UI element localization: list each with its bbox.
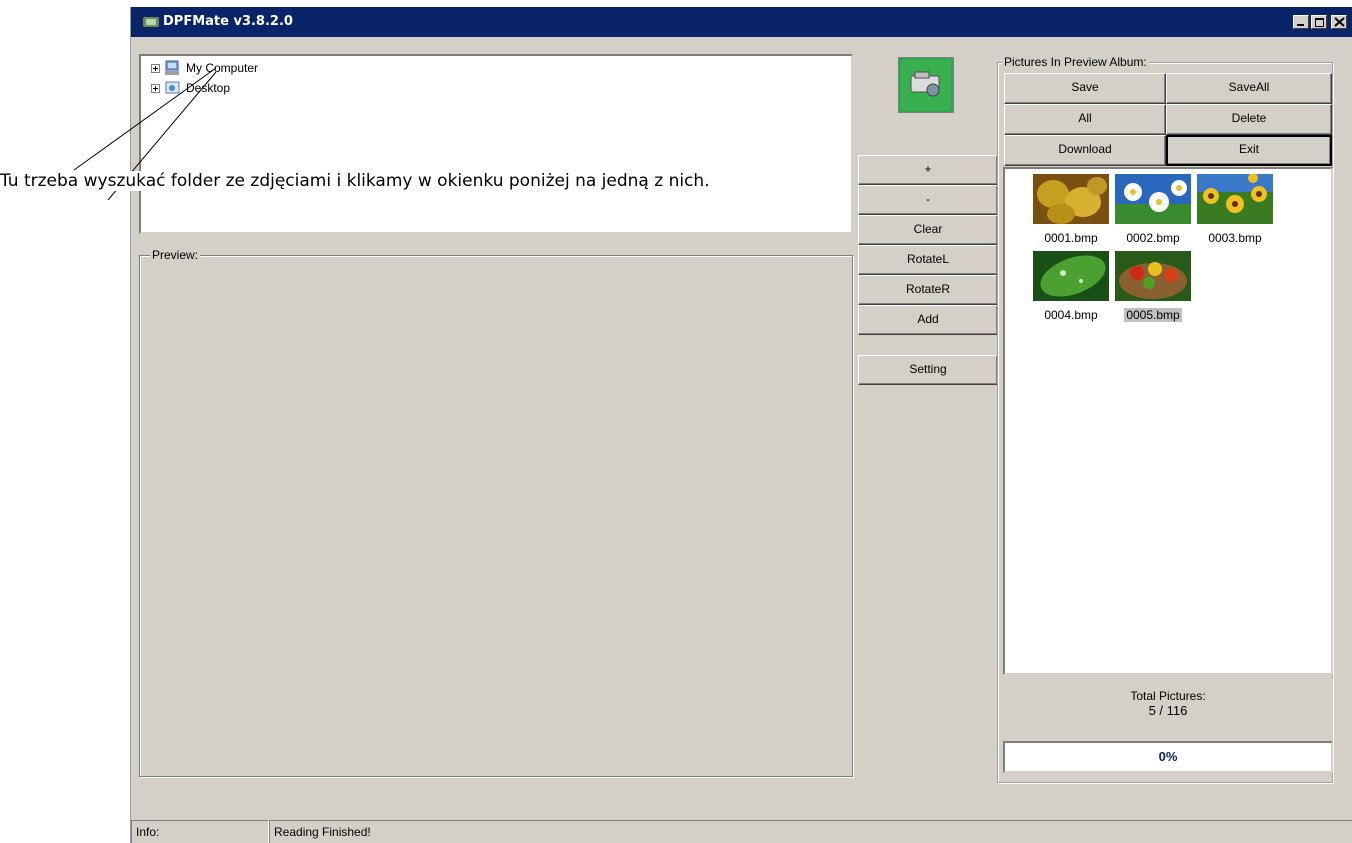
leaf-image: [1033, 251, 1109, 301]
delete-button[interactable]: Delete: [1166, 104, 1332, 135]
rotate-right-button[interactable]: RotateR: [858, 275, 998, 305]
thumbnail-item[interactable]: 0004.bmp: [1033, 251, 1109, 322]
close-icon: [1334, 17, 1345, 27]
progress-bar: 0%: [1003, 741, 1333, 773]
thumbnail-item[interactable]: 0002.bmp: [1115, 174, 1191, 245]
exit-button[interactable]: Exit: [1166, 135, 1332, 166]
zoom-in-button[interactable]: +: [858, 155, 998, 185]
thumbnail-item[interactable]: 0005.bmp: [1115, 251, 1191, 322]
thumbnail-item[interactable]: 0003.bmp: [1197, 173, 1273, 245]
annotation-text: Tu trzeba wyszukać folder ze zdjęciami i…: [0, 171, 710, 191]
pears-image: [1033, 174, 1109, 224]
status-info-label: Info:: [131, 820, 269, 843]
status-message: Reading Finished!: [269, 820, 1352, 843]
preview-panel: Preview:: [139, 248, 853, 777]
zoom-out-button[interactable]: -: [858, 185, 998, 215]
thumbnail-caption: 0005.bmp: [1124, 308, 1182, 322]
save-all-button[interactable]: SaveAll: [1166, 73, 1332, 104]
album-label: Pictures In Preview Album:: [1002, 55, 1149, 69]
save-button[interactable]: Save: [1004, 73, 1166, 104]
title-bar[interactable]: DPFMate v3.8.2.0: [131, 7, 1352, 37]
preview-camera-button[interactable]: [898, 57, 954, 113]
total-pictures-label: Total Pictures:: [1130, 689, 1206, 703]
rotate-left-button[interactable]: RotateL: [858, 245, 998, 275]
vegetables-image: [1115, 251, 1191, 301]
minimize-button[interactable]: [1293, 15, 1309, 29]
album-thumbnail-list[interactable]: 0001.bmp 0002.bmp 0003.bmp 0004.bmp 0005…: [1003, 167, 1333, 675]
clear-button[interactable]: Clear: [858, 215, 998, 245]
thumbnail-caption: 0002.bmp: [1126, 231, 1180, 245]
maximize-button[interactable]: [1311, 15, 1327, 29]
thumbnail-caption: 0003.bmp: [1208, 231, 1262, 245]
sunflowers-image: [1197, 173, 1273, 224]
camera-icon: [901, 60, 951, 110]
total-pictures-area: Total Pictures: 5 / 116: [1003, 679, 1333, 747]
all-button[interactable]: All: [1004, 104, 1166, 135]
preview-label: Preview:: [150, 248, 201, 262]
thumbnail-caption: 0001.bmp: [1044, 231, 1098, 245]
add-button[interactable]: Add: [858, 305, 998, 335]
thumbnail-caption: 0004.bmp: [1044, 308, 1098, 322]
setting-button[interactable]: Setting: [858, 355, 998, 385]
download-button[interactable]: Download: [1004, 135, 1166, 166]
thumbnail-item[interactable]: 0001.bmp: [1033, 174, 1109, 245]
annotation-pointer-line: [73, 67, 217, 200]
app-window: DPFMate v3.8.2.0 My Computer Desktop Pre…: [130, 7, 1352, 843]
daisies-image: [1115, 174, 1191, 224]
total-pictures-value: 5 / 116: [1148, 703, 1188, 718]
status-bar: Info: Reading Finished!: [131, 820, 1352, 843]
close-button[interactable]: [1331, 15, 1347, 29]
